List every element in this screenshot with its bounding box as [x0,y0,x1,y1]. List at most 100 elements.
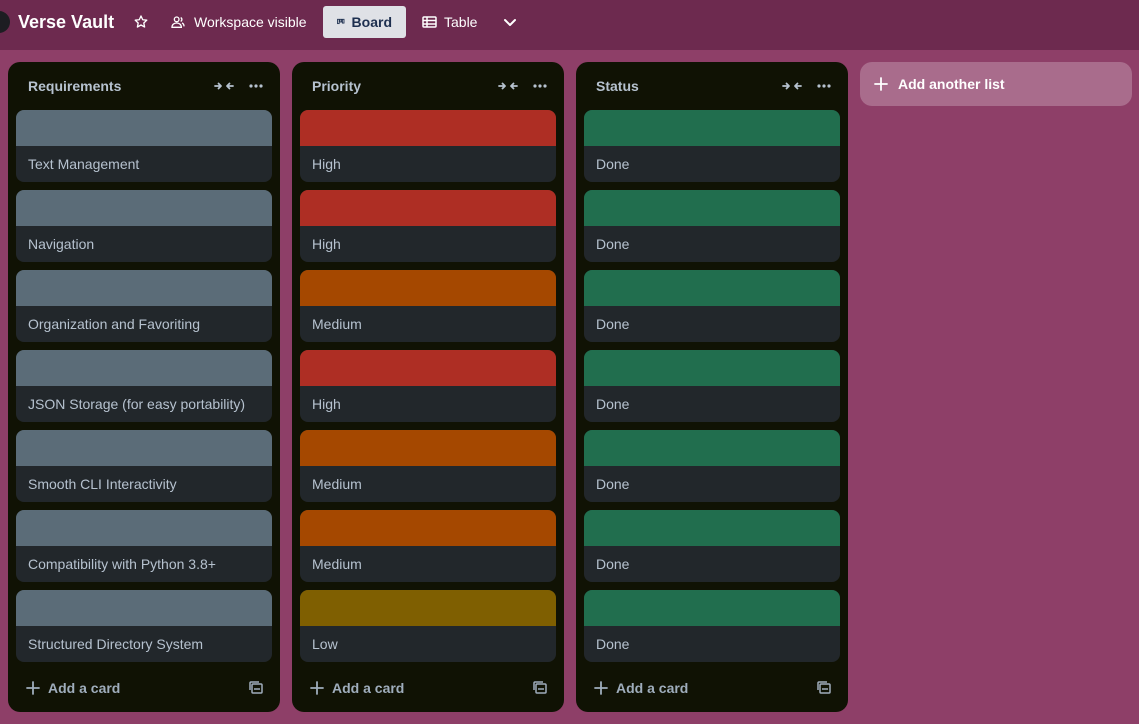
plus-icon [594,681,608,695]
plus-icon [874,77,888,91]
add-list-label: Add another list [898,76,1005,92]
list-title[interactable]: Requirements [28,78,121,94]
card-template-icon[interactable] [532,680,548,696]
collapse-icon[interactable] [214,78,234,94]
card[interactable]: Done [584,270,840,342]
card-title: Done [596,636,630,652]
card-label [584,510,840,546]
board-icon [337,18,345,25]
card-label [584,110,840,146]
table-view-tab[interactable]: Table [408,6,491,38]
card[interactable]: JSON Storage (for easy portability) [16,350,272,422]
card-title: Done [596,556,630,572]
card-label [300,430,556,466]
visibility-label: Workspace visible [194,14,307,30]
list-header: Status [576,62,848,110]
list-header: Priority [292,62,564,110]
card[interactable]: Done [584,590,840,662]
list-menu-icon[interactable] [530,78,550,94]
card[interactable]: Medium [300,510,556,582]
card[interactable]: Done [584,430,840,502]
card[interactable]: Medium [300,270,556,342]
card-label [584,190,840,226]
card-label [16,510,272,546]
card-template-icon[interactable] [248,680,264,696]
card-title: Done [596,316,630,332]
card[interactable]: Done [584,190,840,262]
card[interactable]: Low [300,590,556,662]
people-icon [171,16,185,28]
card[interactable]: Done [584,510,840,582]
card[interactable]: Text Management [16,110,272,182]
card-title: Done [596,476,630,492]
card-label [16,270,272,306]
card[interactable]: Navigation [16,190,272,262]
card-template-icon[interactable] [816,680,832,696]
card[interactable]: Compatibility with Python 3.8+ [16,510,272,582]
card[interactable]: High [300,190,556,262]
board-view-tab[interactable]: Board [323,6,406,38]
board-view-label: Board [351,14,392,30]
visibility-button[interactable]: Workspace visible [166,8,311,36]
add-card-button[interactable]: Add a card [16,672,236,704]
card-title: High [312,156,341,172]
chevron-down-icon [504,19,516,26]
list-title[interactable]: Status [596,78,639,94]
card-title: High [312,236,341,252]
card[interactable]: Smooth CLI Interactivity [16,430,272,502]
list-menu-icon[interactable] [814,78,834,94]
list-requirements: Requirements Text Management Navigation … [8,62,280,712]
card[interactable]: High [300,350,556,422]
card-label [300,350,556,386]
table-view-label: Table [444,14,478,30]
card-label [300,510,556,546]
card-label [584,350,840,386]
more-views-button[interactable] [496,8,524,36]
plus-icon [310,681,324,695]
card-label [300,270,556,306]
card[interactable]: Structured Directory System [16,590,272,662]
add-card-button[interactable]: Add a card [584,672,804,704]
list-menu-icon[interactable] [246,78,266,94]
card-label [16,590,272,626]
card-title: Text Management [28,156,140,172]
star-icon [134,15,148,28]
add-another-list-button[interactable]: Add another list [860,62,1132,106]
card[interactable]: Done [584,110,840,182]
star-board-button[interactable] [130,11,152,33]
card[interactable]: Organization and Favoriting [16,270,272,342]
add-card-label: Add a card [616,680,689,696]
card-label [584,590,840,626]
list-status: Status Done Done Done Done Done Done Don… [576,62,848,712]
card-label [300,110,556,146]
card-label [584,430,840,466]
card-title: Done [596,236,630,252]
collapse-icon[interactable] [498,78,518,94]
card-title: Navigation [28,236,95,252]
workspace-avatar[interactable] [0,11,10,33]
card-title: Low [312,636,338,652]
card[interactable]: High [300,110,556,182]
card-title: Compatibility with Python 3.8+ [28,556,216,572]
card[interactable]: Medium [300,430,556,502]
card-title: Medium [312,476,362,492]
card-title: Organization and Favoriting [28,316,200,332]
card-title: JSON Storage (for easy portability) [28,396,246,412]
list-priority: Priority High High Medium High Medium Me… [292,62,564,712]
card-title: High [312,396,341,412]
add-card-button[interactable]: Add a card [300,672,520,704]
add-card-label: Add a card [48,680,121,696]
board-title[interactable]: Verse Vault [18,11,114,33]
card-title: Done [596,396,630,412]
card-title: Smooth CLI Interactivity [28,476,177,492]
collapse-icon[interactable] [782,78,802,94]
card[interactable]: Done [584,350,840,422]
card-label [584,270,840,306]
card-title: Medium [312,556,362,572]
card-title: Done [596,156,630,172]
add-card-label: Add a card [332,680,405,696]
card-label [300,590,556,626]
card-label [16,110,272,146]
card-label [16,350,272,386]
list-title[interactable]: Priority [312,78,361,94]
